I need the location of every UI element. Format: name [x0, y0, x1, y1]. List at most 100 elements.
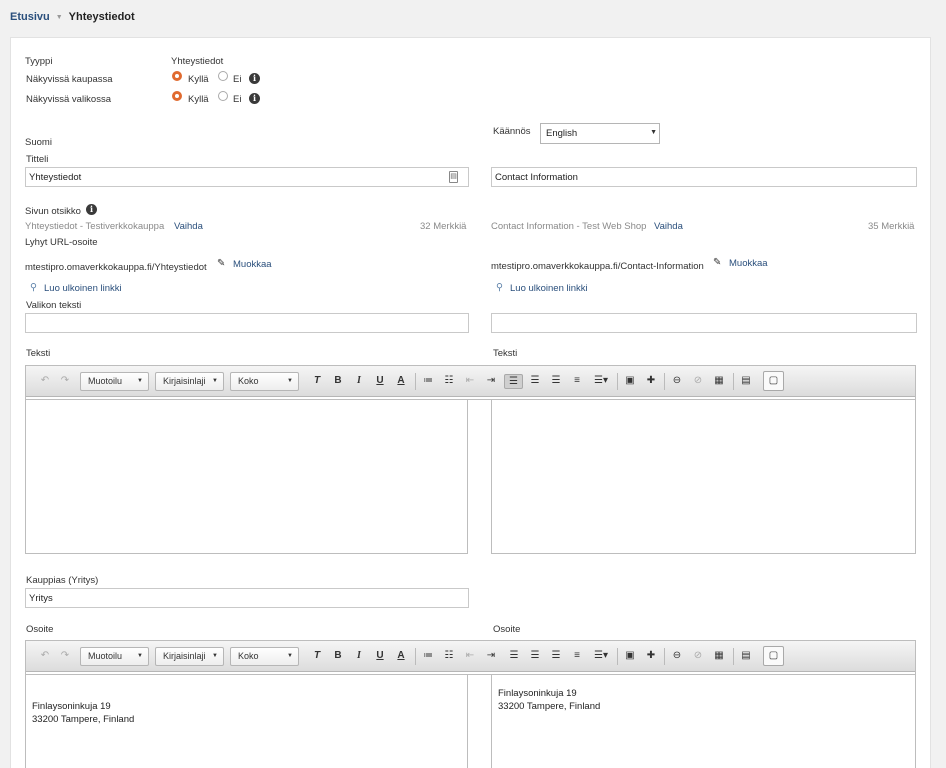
- change-page-title-en-link[interactable]: Vaihda: [654, 221, 683, 232]
- chevron-down-icon: ▼: [287, 653, 293, 659]
- align-left-icon[interactable]: ☰: [507, 649, 521, 664]
- visible-in-menu-no-radio[interactable]: [218, 91, 228, 101]
- line-height-icon[interactable]: ☰▾: [591, 649, 611, 664]
- italic-icon[interactable]: I: [352, 374, 366, 389]
- justify-icon[interactable]: ≡: [570, 649, 584, 664]
- text-color-icon[interactable]: A: [394, 649, 408, 664]
- format-combo[interactable]: Muotoilu ▼: [80, 647, 149, 666]
- underline-icon[interactable]: U: [373, 374, 387, 389]
- page-title-preview-en: Contact Information - Test Web Shop: [491, 221, 647, 232]
- text-editor-fi[interactable]: [25, 399, 468, 554]
- pencil-icon[interactable]: ✎: [713, 257, 721, 268]
- image-icon[interactable]: ▣: [623, 374, 637, 389]
- bold-icon[interactable]: B: [331, 374, 345, 389]
- fullscreen-icon[interactable]: ▢: [763, 646, 784, 666]
- visible-in-shop-yes-radio[interactable]: [172, 71, 182, 81]
- title-input-fi[interactable]: Yhteystiedot ▤: [25, 167, 469, 187]
- visible-in-menu-info-icon[interactable]: i: [249, 93, 260, 104]
- text-editor-en[interactable]: [491, 399, 916, 554]
- plugin-icon[interactable]: ✚: [644, 649, 658, 664]
- link-icon[interactable]: ⊖: [670, 649, 684, 664]
- outdent-icon[interactable]: ⇤: [463, 374, 477, 389]
- address-editor-fi[interactable]: Finlaysoninkuja 19 33200 Tampere, Finlan…: [25, 674, 468, 768]
- visible-in-shop-info-icon[interactable]: i: [249, 73, 260, 84]
- bold-icon[interactable]: B: [331, 649, 345, 664]
- page-title-info-icon[interactable]: i: [86, 204, 97, 215]
- font-combo[interactable]: Kirjaisinlaji ▼: [155, 647, 224, 666]
- text-color-icon[interactable]: A: [394, 374, 408, 389]
- visible-in-shop-no-radio[interactable]: [218, 71, 228, 81]
- size-combo[interactable]: Koko ▼: [230, 372, 299, 391]
- align-center-icon[interactable]: ☰: [528, 649, 542, 664]
- remove-format-icon[interactable]: T: [310, 649, 324, 664]
- source-icon[interactable]: ▤: [739, 374, 753, 389]
- table-icon[interactable]: ▦: [712, 649, 726, 664]
- font-combo-label: Kirjaisinlaji: [163, 651, 206, 661]
- indent-icon[interactable]: ⇥: [484, 649, 498, 664]
- address-line: Finlaysoninkuja 19: [32, 701, 111, 712]
- menu-text-input-fi[interactable]: [25, 313, 469, 333]
- edit-url-en-link[interactable]: Muokkaa: [729, 258, 768, 269]
- align-right-icon[interactable]: ☰: [549, 649, 563, 664]
- breadcrumb-home-link[interactable]: Etusivu: [10, 11, 50, 23]
- page-title-preview-fi: Yhteystiedot - Testiverkkokauppa: [25, 221, 165, 232]
- unlink-icon[interactable]: ⊘: [691, 649, 705, 664]
- plugin-icon[interactable]: ✚: [644, 374, 658, 389]
- bullet-list-icon[interactable]: ☷: [442, 649, 456, 664]
- chevron-down-icon: ▼: [287, 378, 293, 384]
- redo-icon[interactable]: ↷: [58, 374, 72, 389]
- fullscreen-icon[interactable]: ▢: [763, 371, 784, 391]
- address-line: 33200 Tampere, Finland: [32, 714, 135, 725]
- image-icon[interactable]: ▣: [623, 649, 637, 664]
- font-combo[interactable]: Kirjaisinlaji ▼: [155, 372, 224, 391]
- create-external-link-en[interactable]: Luo ulkoinen linkki: [510, 283, 588, 294]
- format-combo-label: Muotoilu: [88, 651, 123, 661]
- visible-in-menu-yes-radio[interactable]: [172, 91, 182, 101]
- change-page-title-fi-link[interactable]: Vaihda: [174, 221, 203, 232]
- justify-icon[interactable]: ≡: [570, 374, 584, 389]
- url-fi: mtestipro.omaverkkokauppa.fi/Yhteystiedo…: [25, 262, 207, 273]
- chevron-down-icon: ▼: [650, 129, 657, 136]
- visible-in-menu-no-label: Ei: [233, 94, 242, 105]
- edit-url-fi-link[interactable]: Muokkaa: [233, 259, 272, 270]
- source-icon[interactable]: ▤: [739, 649, 753, 664]
- translation-select[interactable]: English ▼: [540, 123, 660, 144]
- numbered-list-icon[interactable]: ≔: [421, 374, 435, 389]
- breadcrumb: Etusivu ▼ Yhteystiedot: [10, 11, 135, 23]
- redo-icon[interactable]: ↷: [58, 649, 72, 664]
- merchant-input[interactable]: Yritys: [25, 588, 469, 608]
- outdent-icon[interactable]: ⇤: [463, 649, 477, 664]
- align-center-icon[interactable]: ☰: [528, 374, 542, 389]
- numbered-list-icon[interactable]: ≔: [421, 649, 435, 664]
- format-combo[interactable]: Muotoilu ▼: [80, 372, 149, 391]
- address-editor-toolbar: ↶ ↷ Muotoilu ▼ Kirjaisinlaji ▼ Koko ▼ T B I…: [26, 641, 915, 672]
- address-editor-en[interactable]: Finlaysoninkuja 19 33200 Tampere, Finlan…: [491, 674, 916, 768]
- visible-in-menu-yes-label: Kyllä: [188, 94, 209, 105]
- bullet-list-icon[interactable]: ☷: [442, 374, 456, 389]
- toolbar-separator: [415, 373, 416, 390]
- underline-icon[interactable]: U: [373, 649, 387, 664]
- unlink-icon[interactable]: ⊘: [691, 374, 705, 389]
- table-icon[interactable]: ▦: [712, 374, 726, 389]
- align-right-icon[interactable]: ☰: [549, 374, 563, 389]
- undo-icon[interactable]: ↶: [38, 649, 52, 664]
- undo-icon[interactable]: ↶: [38, 374, 52, 389]
- indent-icon[interactable]: ⇥: [484, 374, 498, 389]
- character-count-icon[interactable]: ▤: [449, 171, 458, 183]
- link-icon[interactable]: ⊖: [670, 374, 684, 389]
- menu-text-input-en[interactable]: [491, 313, 917, 333]
- size-combo[interactable]: Koko ▼: [230, 647, 299, 666]
- create-external-link-fi[interactable]: Luo ulkoinen linkki: [44, 283, 122, 294]
- align-left-icon[interactable]: ☰: [504, 374, 523, 389]
- pencil-icon[interactable]: ✎: [217, 258, 225, 269]
- line-height-icon[interactable]: ☰▾: [591, 374, 611, 389]
- format-combo-label: Muotoilu: [88, 376, 123, 386]
- remove-format-icon[interactable]: T: [310, 374, 324, 389]
- chevron-down-icon: ▼: [212, 378, 218, 384]
- visible-in-menu-label: Näkyvissä valikossa: [26, 94, 111, 105]
- title-input-en[interactable]: Contact Information: [491, 167, 917, 187]
- char-count-en: 35 Merkkiä: [868, 221, 915, 232]
- toolbar-separator: [664, 373, 665, 390]
- toolbar-separator: [617, 648, 618, 665]
- italic-icon[interactable]: I: [352, 649, 366, 664]
